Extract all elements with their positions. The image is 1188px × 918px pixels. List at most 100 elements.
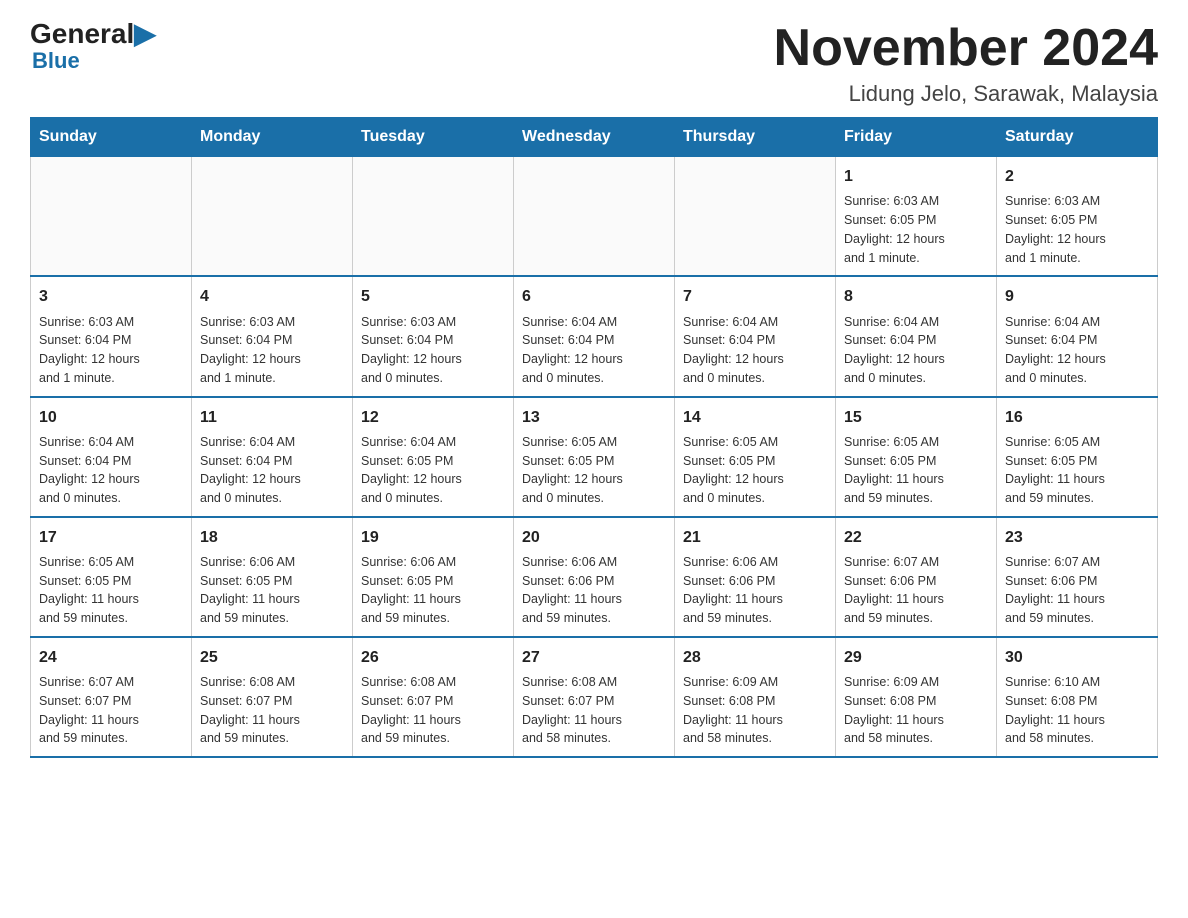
page-header: General▶ Blue November 2024 Lidung Jelo,… <box>30 20 1158 107</box>
calendar-table: SundayMondayTuesdayWednesdayThursdayFrid… <box>30 117 1158 758</box>
day-number: 21 <box>683 526 827 549</box>
calendar-cell: 24 Sunrise: 6:07 AMSunset: 6:07 PMDayligh… <box>31 637 192 757</box>
calendar-week-row: 17 Sunrise: 6:05 AMSunset: 6:05 PMDayligh… <box>31 517 1158 637</box>
day-info: Sunrise: 6:10 AMSunset: 6:08 PMDaylight:… <box>1005 673 1149 748</box>
day-info: Sunrise: 6:07 AMSunset: 6:06 PMDaylight:… <box>844 553 988 628</box>
day-info: Sunrise: 6:05 AMSunset: 6:05 PMDaylight:… <box>683 433 827 508</box>
calendar-cell: 10 Sunrise: 6:04 AMSunset: 6:04 PMDayligh… <box>31 397 192 517</box>
day-info: Sunrise: 6:07 AMSunset: 6:06 PMDaylight:… <box>1005 553 1149 628</box>
day-info: Sunrise: 6:08 AMSunset: 6:07 PMDaylight:… <box>361 673 505 748</box>
calendar-cell <box>192 157 353 277</box>
calendar-title: November 2024 <box>774 20 1158 77</box>
day-number: 9 <box>1005 285 1149 308</box>
calendar-cell: 15 Sunrise: 6:05 AMSunset: 6:05 PMDayligh… <box>836 397 997 517</box>
calendar-cell <box>31 157 192 277</box>
day-info: Sunrise: 6:04 AMSunset: 6:05 PMDaylight:… <box>361 433 505 508</box>
calendar-header-row: SundayMondayTuesdayWednesdayThursdayFrid… <box>31 118 1158 157</box>
day-number: 7 <box>683 285 827 308</box>
calendar-cell: 30 Sunrise: 6:10 AMSunset: 6:08 PMDayligh… <box>997 637 1158 757</box>
day-info: Sunrise: 6:08 AMSunset: 6:07 PMDaylight:… <box>200 673 344 748</box>
calendar-cell: 5Sunrise: 6:03 AMSunset: 6:04 PMDaylight… <box>353 276 514 396</box>
weekday-header-wednesday: Wednesday <box>514 118 675 157</box>
day-number: 24 <box>39 646 183 669</box>
day-info: Sunrise: 6:04 AMSunset: 6:04 PMDaylight:… <box>200 433 344 508</box>
day-info: Sunrise: 6:07 AMSunset: 6:07 PMDaylight:… <box>39 673 183 748</box>
calendar-cell: 23 Sunrise: 6:07 AMSunset: 6:06 PMDayligh… <box>997 517 1158 637</box>
day-number: 15 <box>844 406 988 429</box>
day-number: 13 <box>522 406 666 429</box>
calendar-cell: 22 Sunrise: 6:07 AMSunset: 6:06 PMDayligh… <box>836 517 997 637</box>
day-number: 29 <box>844 646 988 669</box>
weekday-header-thursday: Thursday <box>675 118 836 157</box>
day-number: 14 <box>683 406 827 429</box>
day-number: 3 <box>39 285 183 308</box>
day-info: Sunrise: 6:04 AMSunset: 6:04 PMDaylight:… <box>39 433 183 508</box>
calendar-cell: 7 Sunrise: 6:04 AMSunset: 6:04 PMDaylight… <box>675 276 836 396</box>
day-number: 27 <box>522 646 666 669</box>
day-info: Sunrise: 6:08 AMSunset: 6:07 PMDaylight:… <box>522 673 666 748</box>
calendar-week-row: 10 Sunrise: 6:04 AMSunset: 6:04 PMDayligh… <box>31 397 1158 517</box>
day-number: 8 <box>844 285 988 308</box>
calendar-cell: 1 Sunrise: 6:03 AMSunset: 6:05 PMDaylight… <box>836 157 997 277</box>
day-number: 19 <box>361 526 505 549</box>
day-info: Sunrise: 6:05 AMSunset: 6:05 PMDaylight:… <box>1005 433 1149 508</box>
calendar-cell: 25Sunrise: 6:08 AMSunset: 6:07 PMDayligh… <box>192 637 353 757</box>
day-info: Sunrise: 6:04 AMSunset: 6:04 PMDaylight:… <box>522 313 666 388</box>
calendar-cell: 12 Sunrise: 6:04 AMSunset: 6:05 PMDayligh… <box>353 397 514 517</box>
logo: General▶ Blue <box>30 20 156 74</box>
day-info: Sunrise: 6:06 AMSunset: 6:06 PMDaylight:… <box>522 553 666 628</box>
day-number: 26 <box>361 646 505 669</box>
day-info: Sunrise: 6:03 AMSunset: 6:04 PMDaylight:… <box>200 313 344 388</box>
day-info: Sunrise: 6:06 AMSunset: 6:05 PMDaylight:… <box>200 553 344 628</box>
day-info: Sunrise: 6:03 AMSunset: 6:05 PMDaylight:… <box>844 192 988 267</box>
calendar-cell <box>675 157 836 277</box>
day-number: 22 <box>844 526 988 549</box>
calendar-cell: 6 Sunrise: 6:04 AMSunset: 6:04 PMDaylight… <box>514 276 675 396</box>
calendar-cell: 4 Sunrise: 6:03 AMSunset: 6:04 PMDaylight… <box>192 276 353 396</box>
calendar-cell: 27 Sunrise: 6:08 AMSunset: 6:07 PMDayligh… <box>514 637 675 757</box>
calendar-cell: 16Sunrise: 6:05 AMSunset: 6:05 PMDayligh… <box>997 397 1158 517</box>
logo-general-text: General▶ <box>30 20 156 48</box>
day-number: 1 <box>844 165 988 188</box>
day-info: Sunrise: 6:04 AMSunset: 6:04 PMDaylight:… <box>844 313 988 388</box>
calendar-cell: 11Sunrise: 6:04 AMSunset: 6:04 PMDayligh… <box>192 397 353 517</box>
day-number: 4 <box>200 285 344 308</box>
calendar-cell: 3 Sunrise: 6:03 AMSunset: 6:04 PMDaylight… <box>31 276 192 396</box>
title-block: November 2024 Lidung Jelo, Sarawak, Mala… <box>774 20 1158 107</box>
day-number: 12 <box>361 406 505 429</box>
calendar-cell: 14 Sunrise: 6:05 AMSunset: 6:05 PMDayligh… <box>675 397 836 517</box>
day-info: Sunrise: 6:06 AMSunset: 6:05 PMDaylight:… <box>361 553 505 628</box>
calendar-week-row: 1 Sunrise: 6:03 AMSunset: 6:05 PMDaylight… <box>31 157 1158 277</box>
day-info: Sunrise: 6:03 AMSunset: 6:05 PMDaylight:… <box>1005 192 1149 267</box>
calendar-cell: 20Sunrise: 6:06 AMSunset: 6:06 PMDayligh… <box>514 517 675 637</box>
day-number: 6 <box>522 285 666 308</box>
calendar-cell: 26 Sunrise: 6:08 AMSunset: 6:07 PMDayligh… <box>353 637 514 757</box>
day-info: Sunrise: 6:03 AMSunset: 6:04 PMDaylight:… <box>361 313 505 388</box>
day-info: Sunrise: 6:06 AMSunset: 6:06 PMDaylight:… <box>683 553 827 628</box>
day-number: 10 <box>39 406 183 429</box>
calendar-week-row: 24 Sunrise: 6:07 AMSunset: 6:07 PMDayligh… <box>31 637 1158 757</box>
calendar-cell: 18 Sunrise: 6:06 AMSunset: 6:05 PMDayligh… <box>192 517 353 637</box>
day-number: 28 <box>683 646 827 669</box>
calendar-cell: 13 Sunrise: 6:05 AMSunset: 6:05 PMDayligh… <box>514 397 675 517</box>
logo-blue-text: Blue <box>32 48 80 74</box>
day-number: 18 <box>200 526 344 549</box>
weekday-header-friday: Friday <box>836 118 997 157</box>
day-info: Sunrise: 6:04 AMSunset: 6:04 PMDaylight:… <box>683 313 827 388</box>
day-info: Sunrise: 6:05 AMSunset: 6:05 PMDaylight:… <box>522 433 666 508</box>
calendar-subtitle: Lidung Jelo, Sarawak, Malaysia <box>774 81 1158 107</box>
calendar-cell <box>514 157 675 277</box>
calendar-week-row: 3 Sunrise: 6:03 AMSunset: 6:04 PMDaylight… <box>31 276 1158 396</box>
day-number: 17 <box>39 526 183 549</box>
day-info: Sunrise: 6:05 AMSunset: 6:05 PMDaylight:… <box>39 553 183 628</box>
day-info: Sunrise: 6:05 AMSunset: 6:05 PMDaylight:… <box>844 433 988 508</box>
day-number: 23 <box>1005 526 1149 549</box>
day-number: 2 <box>1005 165 1149 188</box>
weekday-header-monday: Monday <box>192 118 353 157</box>
weekday-header-tuesday: Tuesday <box>353 118 514 157</box>
day-number: 30 <box>1005 646 1149 669</box>
day-info: Sunrise: 6:09 AMSunset: 6:08 PMDaylight:… <box>683 673 827 748</box>
calendar-cell: 29Sunrise: 6:09 AMSunset: 6:08 PMDayligh… <box>836 637 997 757</box>
day-info: Sunrise: 6:03 AMSunset: 6:04 PMDaylight:… <box>39 313 183 388</box>
calendar-cell: 17 Sunrise: 6:05 AMSunset: 6:05 PMDayligh… <box>31 517 192 637</box>
